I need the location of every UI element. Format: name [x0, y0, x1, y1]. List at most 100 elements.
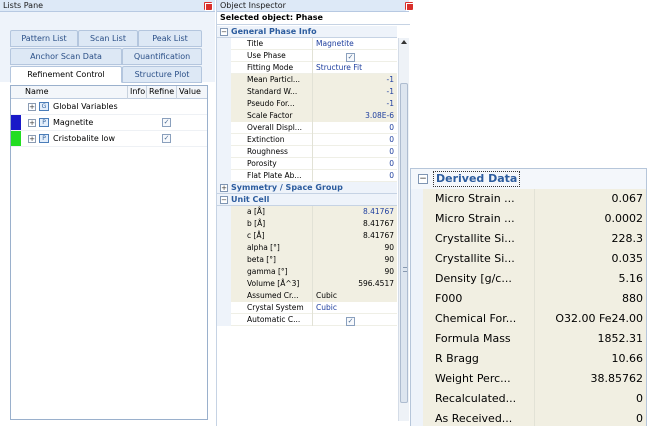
- tab-quantification[interactable]: Quantification: [122, 48, 202, 65]
- tree-row-magnetite[interactable]: + P Magnetite ✓: [11, 115, 207, 131]
- collapse-icon[interactable]: −: [220, 28, 228, 36]
- derived-row[interactable]: Crystallite Si... 228.3: [411, 229, 646, 249]
- prop-extinction[interactable]: Extinction 0: [217, 134, 397, 146]
- derived-row[interactable]: Chemical For... O32.00 Fe24.00: [411, 309, 646, 329]
- use-phase-checkbox[interactable]: ✓: [346, 53, 355, 62]
- prop-mean-particle[interactable]: Mean Particl... -1: [217, 74, 397, 86]
- prop-value[interactable]: 3.08E-6: [313, 110, 397, 122]
- inspector-scrollbar[interactable]: [398, 38, 409, 421]
- prop-value[interactable]: 0: [313, 146, 397, 158]
- prop-volume[interactable]: Volume [Å^3] 596.4517: [217, 278, 397, 290]
- derived-row[interactable]: Crystallite Si... 0.035: [411, 249, 646, 269]
- prop-c[interactable]: c [Å] 8.41767: [217, 230, 397, 242]
- derived-row[interactable]: Recalculated... 0: [411, 389, 646, 409]
- expand-icon[interactable]: +: [28, 103, 36, 111]
- expand-icon[interactable]: +: [28, 135, 36, 143]
- prop-name: Volume [Å^3]: [231, 278, 313, 290]
- prop-fitting-mode[interactable]: Fitting Mode Structure Fit: [217, 62, 397, 74]
- tab-scan-list[interactable]: Scan List: [78, 30, 138, 47]
- section-general-phase-info[interactable]: − General Phase Info: [217, 26, 397, 38]
- section-unit-cell[interactable]: − Unit Cell: [217, 194, 397, 206]
- collapse-icon[interactable]: −: [418, 174, 428, 184]
- derived-row[interactable]: F000 880: [411, 289, 646, 309]
- prop-gamma[interactable]: gamma [°] 90: [217, 266, 397, 278]
- prop-value[interactable]: 90: [313, 266, 397, 278]
- section-symmetry-space-group[interactable]: + Symmetry / Space Group: [217, 182, 397, 194]
- tab-peak-list[interactable]: Peak List: [138, 30, 202, 47]
- prop-name: Crystallite Si...: [423, 249, 535, 269]
- prop-value[interactable]: Cubic: [313, 302, 397, 314]
- derived-row[interactable]: Weight Perc... 38.85762: [411, 369, 646, 389]
- prop-value[interactable]: -1: [313, 86, 397, 98]
- prop-beta[interactable]: beta [°] 90: [217, 254, 397, 266]
- tab-structure-plot[interactable]: Structure Plot: [122, 66, 202, 83]
- expand-icon[interactable]: +: [28, 119, 36, 127]
- prop-value: 10.66: [535, 349, 646, 369]
- prop-value[interactable]: -1: [313, 98, 397, 110]
- prop-value[interactable]: 0: [313, 122, 397, 134]
- column-header-value[interactable]: Value: [177, 86, 207, 99]
- refine-checkbox[interactable]: ✓: [162, 118, 171, 127]
- prop-automatic-c[interactable]: Automatic C... ✓: [217, 314, 397, 326]
- property-grid: − General Phase Info Title Magnetite Use …: [217, 26, 397, 326]
- derived-row[interactable]: Micro Strain ... 0.0002: [411, 209, 646, 229]
- prop-value[interactable]: ✓: [313, 314, 397, 326]
- column-header-info[interactable]: Info: [128, 86, 147, 99]
- prop-a[interactable]: a [Å] 8.41767: [217, 206, 397, 218]
- prop-use-phase[interactable]: Use Phase ✓: [217, 50, 397, 62]
- prop-assumed-crystal[interactable]: Assumed Cr... Cubic: [217, 290, 397, 302]
- prop-alpha[interactable]: alpha [°] 90: [217, 242, 397, 254]
- prop-b[interactable]: b [Å] 8.41767: [217, 218, 397, 230]
- prop-value[interactable]: Magnetite: [313, 38, 397, 50]
- derived-row[interactable]: Formula Mass 1852.31: [411, 329, 646, 349]
- prop-value[interactable]: 8.41767: [313, 230, 397, 242]
- scroll-up-arrow-icon[interactable]: [401, 40, 407, 44]
- selected-object-label: Selected object: Phase: [217, 12, 410, 25]
- derived-row[interactable]: As Received... 0: [411, 409, 646, 426]
- prop-name: Roughness: [231, 146, 313, 158]
- prop-flat-plate[interactable]: Flat Plate Ab... 0: [217, 170, 397, 182]
- scroll-thumb[interactable]: [400, 83, 408, 403]
- prop-name: Chemical For...: [423, 309, 535, 329]
- prop-roughness[interactable]: Roughness 0: [217, 146, 397, 158]
- prop-name: Title: [231, 38, 313, 50]
- prop-value[interactable]: 596.4517: [313, 278, 397, 290]
- tab-pattern-list[interactable]: Pattern List: [10, 30, 78, 47]
- automatic-checkbox[interactable]: ✓: [346, 317, 355, 326]
- expand-icon[interactable]: +: [220, 184, 228, 192]
- prop-value[interactable]: Cubic: [313, 290, 397, 302]
- tree-header: Name Info Refine Value: [11, 86, 207, 99]
- close-icon[interactable]: [204, 2, 213, 11]
- prop-value[interactable]: 90: [313, 242, 397, 254]
- prop-value[interactable]: 8.41767: [313, 206, 397, 218]
- prop-crystal-system[interactable]: Crystal System Cubic: [217, 302, 397, 314]
- prop-scale-factor[interactable]: Scale Factor 3.08E-6: [217, 110, 397, 122]
- prop-title[interactable]: Title Magnetite: [217, 38, 397, 50]
- prop-pseudo-for[interactable]: Pseudo For... -1: [217, 98, 397, 110]
- collapse-icon[interactable]: −: [220, 196, 228, 204]
- tree-row-cristobalite-low[interactable]: + P Cristobalite low ✓: [11, 131, 207, 147]
- prop-value[interactable]: -1: [313, 74, 397, 86]
- derived-row[interactable]: Micro Strain ... 0.067: [411, 189, 646, 209]
- prop-overall-displ[interactable]: Overall Displ... 0: [217, 122, 397, 134]
- prop-porosity[interactable]: Porosity 0: [217, 158, 397, 170]
- derived-row[interactable]: R Bragg 10.66: [411, 349, 646, 369]
- tab-anchor-scan-data[interactable]: Anchor Scan Data: [10, 48, 122, 65]
- column-header-name[interactable]: Name: [11, 86, 128, 99]
- section-derived-data[interactable]: − Derived Data: [411, 169, 646, 189]
- prop-standard-w[interactable]: Standard W... -1: [217, 86, 397, 98]
- column-header-refine[interactable]: Refine: [147, 86, 177, 99]
- tree-row-global-variables[interactable]: + G Global Variables: [11, 99, 207, 115]
- prop-value[interactable]: 90: [313, 254, 397, 266]
- refine-checkbox[interactable]: ✓: [162, 134, 171, 143]
- prop-value[interactable]: 0: [313, 158, 397, 170]
- prop-value[interactable]: Structure Fit: [313, 62, 397, 74]
- tab-refinement-control[interactable]: Refinement Control: [10, 66, 122, 83]
- derived-row[interactable]: Density [g/c... 5.16: [411, 269, 646, 289]
- prop-value[interactable]: 0: [313, 170, 397, 182]
- prop-value[interactable]: 8.41767: [313, 218, 397, 230]
- prop-name: Use Phase: [231, 50, 313, 62]
- prop-value[interactable]: ✓: [313, 50, 397, 62]
- close-icon[interactable]: [405, 2, 414, 11]
- prop-value[interactable]: 0: [313, 134, 397, 146]
